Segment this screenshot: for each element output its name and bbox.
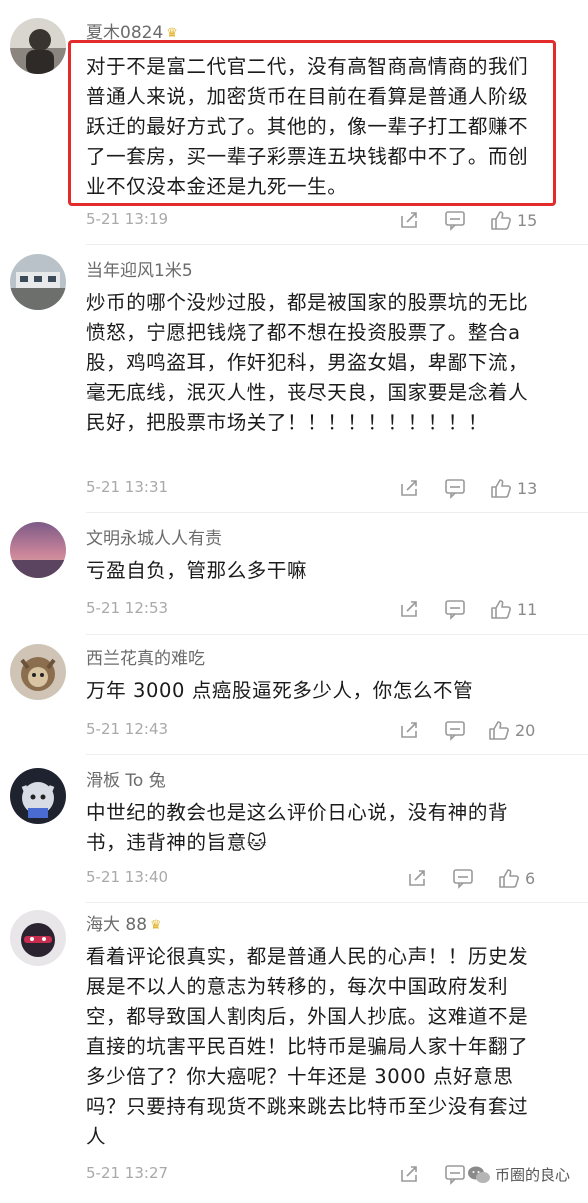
comment-button[interactable] bbox=[444, 475, 466, 501]
like-icon bbox=[491, 600, 511, 619]
avatar[interactable] bbox=[10, 254, 66, 310]
like-count: 11 bbox=[517, 599, 538, 619]
comment-icon bbox=[445, 1165, 465, 1185]
username[interactable]: 海大 88 ♛ bbox=[86, 914, 162, 937]
comment-text-content: 中世纪的教会也是这么评价日心说，没有神的背书，违背神的旨意 bbox=[86, 801, 509, 854]
wechat-icon bbox=[467, 1166, 490, 1183]
comment-button[interactable] bbox=[444, 1161, 466, 1187]
like-icon bbox=[491, 479, 511, 498]
divider bbox=[86, 634, 588, 635]
comment-text: 看着评论很真实，都是普通人民的心声！！历史发展是不以人的意志为转移的，每次中国政… bbox=[86, 945, 529, 1148]
emoji: 🐱 bbox=[246, 832, 268, 854]
like-button[interactable]: 11 bbox=[490, 596, 537, 622]
comment-icon bbox=[445, 600, 465, 620]
comment-icon bbox=[445, 479, 465, 499]
comment-button[interactable] bbox=[452, 865, 474, 891]
like-count: 15 bbox=[517, 210, 538, 230]
like-count: 13 bbox=[517, 478, 538, 498]
comment-meta: 5-21 12:43 20 bbox=[86, 717, 588, 743]
divider bbox=[86, 512, 588, 513]
timestamp: 5-21 13:31 bbox=[86, 478, 169, 496]
comment-icon bbox=[445, 211, 465, 231]
share-button[interactable] bbox=[398, 596, 420, 622]
avatar[interactable] bbox=[10, 768, 66, 824]
avatar[interactable] bbox=[10, 522, 66, 578]
timestamp: 5-21 13:27 bbox=[86, 1164, 169, 1182]
divider bbox=[86, 754, 588, 755]
timestamp: 5-21 13:40 bbox=[86, 868, 169, 886]
avatar[interactable] bbox=[10, 18, 66, 74]
timestamp: 5-21 12:43 bbox=[86, 720, 169, 738]
username[interactable]: 西兰花真的难吃 bbox=[86, 648, 205, 670]
comment-icon bbox=[445, 721, 465, 741]
divider bbox=[86, 902, 588, 903]
comment-text: 中世纪的教会也是这么评价日心说，没有神的背书，违背神的旨意🐱 bbox=[86, 798, 542, 858]
comment-text: 炒币的哪个没炒过股，都是被国家的股票坑的无比愤怒，宁愿把钱烧了都不想在投资股票了… bbox=[86, 291, 529, 434]
share-button[interactable] bbox=[398, 207, 420, 233]
like-button[interactable]: 15 bbox=[490, 207, 537, 233]
like-button[interactable]: 20 bbox=[488, 717, 535, 743]
like-icon bbox=[499, 869, 519, 888]
like-icon bbox=[489, 721, 509, 740]
comment-meta: 5-21 13:19 15 bbox=[86, 207, 588, 233]
share-icon bbox=[401, 722, 417, 738]
comment-button[interactable] bbox=[444, 207, 466, 233]
highlight-box bbox=[68, 40, 556, 206]
comment-meta: 5-21 12:53 11 bbox=[86, 596, 588, 622]
like-button[interactable]: 13 bbox=[490, 475, 537, 501]
watermark-text: 币圈的良心 bbox=[494, 1166, 570, 1184]
comment-button[interactable] bbox=[444, 717, 466, 743]
share-icon bbox=[401, 1166, 417, 1182]
share-icon bbox=[401, 480, 417, 496]
share-button[interactable] bbox=[398, 1161, 420, 1187]
like-button[interactable]: 6 bbox=[498, 865, 535, 891]
comment-meta: 5-21 13:40 6 bbox=[86, 865, 588, 891]
username[interactable]: 文明永城人人有责 bbox=[86, 528, 222, 550]
like-count: 6 bbox=[525, 868, 536, 888]
share-button[interactable] bbox=[406, 865, 428, 891]
comment-text: 亏盈自负，管那么多干嘛 bbox=[86, 559, 308, 582]
divider bbox=[86, 244, 588, 245]
avatar[interactable] bbox=[10, 910, 66, 966]
comment-meta: 5-21 13:31 13 bbox=[86, 475, 588, 501]
crown-icon: ♛ bbox=[150, 918, 162, 933]
like-icon bbox=[491, 211, 511, 230]
share-button[interactable] bbox=[398, 475, 420, 501]
comment-icon bbox=[453, 869, 473, 889]
username[interactable]: 滑板 To 兔 bbox=[86, 770, 166, 792]
share-icon bbox=[409, 870, 425, 886]
like-count: 20 bbox=[515, 720, 536, 740]
timestamp: 5-21 13:19 bbox=[86, 210, 169, 228]
avatar[interactable] bbox=[10, 644, 66, 700]
share-icon bbox=[401, 212, 417, 228]
username[interactable]: 当年迎风1米5 bbox=[86, 260, 193, 282]
share-button[interactable] bbox=[398, 717, 420, 743]
share-icon bbox=[401, 601, 417, 617]
watermark: 币圈的良心 bbox=[467, 1164, 570, 1185]
timestamp: 5-21 12:53 bbox=[86, 599, 169, 617]
comment-button[interactable] bbox=[444, 596, 466, 622]
comment-text: 万年 3000 点癌股逼死多少人，你怎么不管 bbox=[86, 679, 474, 702]
